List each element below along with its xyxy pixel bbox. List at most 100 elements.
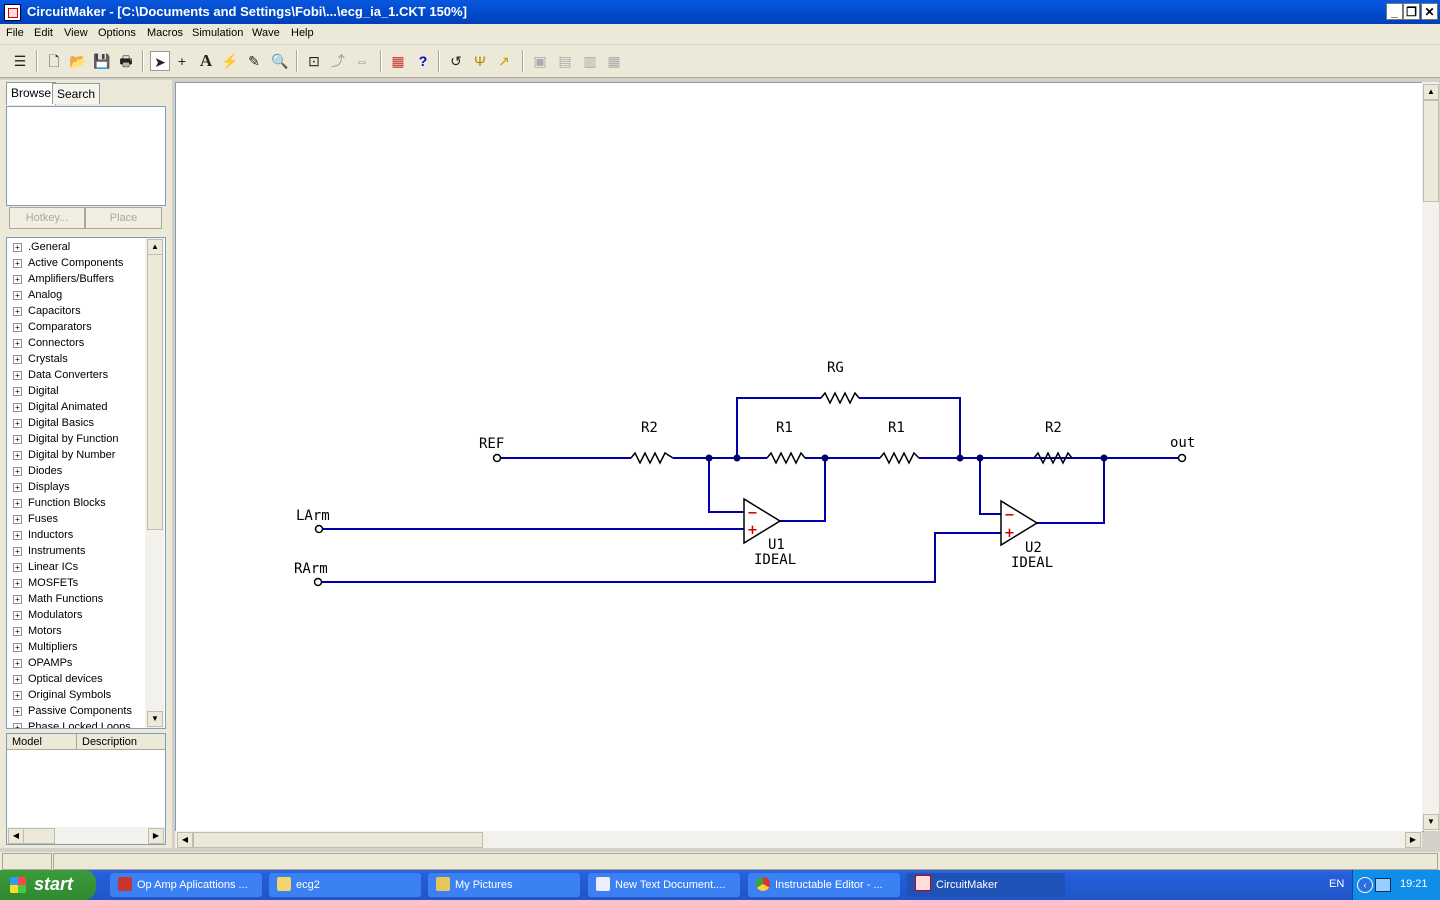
expand-plus-icon[interactable]: +: [13, 322, 22, 332]
library-item[interactable]: + .General: [13, 239, 70, 255]
restore-button[interactable]: ❐: [1403, 3, 1420, 20]
tray-expand-icon[interactable]: ‹: [1357, 877, 1373, 893]
wire-u1-inv[interactable]: [708, 458, 744, 513]
delete-tool-icon[interactable]: ✎: [244, 51, 264, 71]
library-item[interactable]: + Crystals: [13, 351, 68, 367]
library-item[interactable]: + Multipliers: [13, 639, 78, 655]
library-scrollbar[interactable]: ▲ ▼: [145, 238, 164, 728]
help-icon[interactable]: ?: [413, 51, 433, 71]
task-my-pictures[interactable]: My Pictures: [428, 873, 580, 897]
library-item[interactable]: + Motors: [13, 623, 62, 639]
expand-plus-icon[interactable]: +: [13, 338, 22, 348]
scroll-up-icon[interactable]: ▲: [147, 239, 163, 255]
expand-plus-icon[interactable]: +: [13, 418, 22, 428]
start-button[interactable]: start: [0, 870, 96, 900]
menu-macros[interactable]: Macros: [147, 27, 183, 39]
library-item[interactable]: + Modulators: [13, 607, 82, 623]
wire-tool-icon[interactable]: +: [172, 51, 192, 71]
library-item[interactable]: + Digital by Number: [13, 447, 115, 463]
print-icon[interactable]: 🖶: [116, 51, 136, 71]
browse-toggle-icon[interactable]: ☰: [10, 51, 30, 71]
task-notepad[interactable]: New Text Document....: [588, 873, 740, 897]
library-item[interactable]: + Function Blocks: [13, 495, 106, 511]
digital-probe-icon[interactable]: Ψ: [470, 51, 490, 71]
network-icon[interactable]: [1375, 878, 1391, 892]
column-description[interactable]: Description: [77, 734, 165, 750]
scroll-down-icon[interactable]: ▼: [147, 711, 163, 727]
library-item[interactable]: + OPAMPs: [13, 655, 72, 671]
scroll-left-icon[interactable]: ◀: [8, 828, 24, 844]
circuitmaker-app-icon[interactable]: [4, 4, 21, 21]
library-item[interactable]: + Fuses: [13, 511, 58, 527]
expand-plus-icon[interactable]: +: [13, 434, 22, 444]
scroll-up-icon[interactable]: ▲: [1423, 84, 1439, 100]
library-item[interactable]: + Data Converters: [13, 367, 108, 383]
task-circuitmaker[interactable]: CircuitMaker: [907, 873, 1065, 897]
library-item[interactable]: + Digital Animated: [13, 399, 108, 415]
menu-file[interactable]: File: [6, 27, 24, 39]
tab-browse[interactable]: Browse: [6, 82, 57, 105]
library-item[interactable]: + Math Functions: [13, 591, 103, 607]
library-item[interactable]: + Active Components: [13, 255, 123, 271]
library-item[interactable]: + Digital by Function: [13, 431, 119, 447]
terminal-rarm[interactable]: [313, 577, 323, 587]
task-opamp-pdf[interactable]: Op Amp Aplicattions ...: [110, 873, 262, 897]
library-item[interactable]: + Phase Locked Loops: [13, 719, 131, 728]
resistor-r2-left[interactable]: [630, 451, 674, 465]
library-item[interactable]: + Instruments: [13, 543, 85, 559]
library-item[interactable]: + Linear ICs: [13, 559, 78, 575]
library-item[interactable]: + Connectors: [13, 335, 84, 351]
probe-tool-icon[interactable]: ⚡: [220, 51, 240, 71]
reset-icon[interactable]: ↺: [446, 51, 466, 71]
menu-help[interactable]: Help: [291, 27, 314, 39]
library-item[interactable]: + Inductors: [13, 527, 73, 543]
scroll-down-icon[interactable]: ▼: [1423, 814, 1439, 830]
wire-rg-loop-right[interactable]: [859, 397, 961, 458]
menu-options[interactable]: Options: [98, 27, 136, 39]
scroll-right-icon[interactable]: ▶: [1405, 832, 1421, 848]
library-item[interactable]: + Original Symbols: [13, 687, 111, 703]
resistor-r1-left[interactable]: [766, 451, 806, 465]
task-ecg2-folder[interactable]: ecg2: [269, 873, 421, 897]
terminal-out[interactable]: [1177, 453, 1187, 463]
language-indicator[interactable]: EN: [1329, 878, 1344, 890]
wire-u2-out[interactable]: [1037, 458, 1105, 524]
library-item[interactable]: + Displays: [13, 479, 70, 495]
expand-plus-icon[interactable]: +: [13, 658, 22, 668]
scroll-thumb[interactable]: [23, 828, 55, 844]
scroll-left-icon[interactable]: ◀: [177, 832, 193, 848]
expand-plus-icon[interactable]: +: [13, 562, 22, 572]
library-tree[interactable]: + .General + Active Components + Amplifiers/B…: [6, 237, 166, 729]
expand-plus-icon[interactable]: +: [13, 674, 22, 684]
analysis-icon[interactable]: ▦: [604, 51, 624, 71]
expand-plus-icon[interactable]: +: [13, 450, 22, 460]
open-folder-icon[interactable]: 📂: [68, 51, 88, 71]
expand-plus-icon[interactable]: +: [13, 706, 22, 716]
model-hscrollbar[interactable]: ◀ ▶: [7, 827, 165, 844]
scroll-thumb[interactable]: [193, 832, 483, 848]
library-item[interactable]: + Analog: [13, 287, 62, 303]
resistor-r1-right[interactable]: [879, 451, 920, 465]
canvas-vscrollbar[interactable]: ▲ ▼: [1422, 82, 1439, 831]
expand-plus-icon[interactable]: +: [13, 722, 22, 728]
expand-plus-icon[interactable]: +: [13, 242, 22, 252]
menu-view[interactable]: View: [64, 27, 88, 39]
library-item[interactable]: + Optical devices: [13, 671, 103, 687]
menu-wave[interactable]: Wave: [252, 27, 280, 39]
expand-plus-icon[interactable]: +: [13, 594, 22, 604]
zoom-tool-icon[interactable]: 🔍: [270, 51, 290, 71]
expand-plus-icon[interactable]: +: [13, 514, 22, 524]
expand-plus-icon[interactable]: +: [13, 370, 22, 380]
netlist-icon[interactable]: ▦: [388, 51, 408, 71]
text-tool-icon[interactable]: A: [196, 51, 216, 71]
expand-plus-icon[interactable]: +: [13, 290, 22, 300]
expand-plus-icon[interactable]: +: [13, 498, 22, 508]
minimize-button[interactable]: _: [1386, 3, 1403, 20]
mirror-icon[interactable]: ⇔: [352, 51, 372, 71]
expand-plus-icon[interactable]: +: [13, 354, 22, 364]
model-list[interactable]: Model Description ◀ ▶: [6, 733, 166, 845]
menu-simulation[interactable]: Simulation: [192, 27, 243, 39]
expand-plus-icon[interactable]: +: [13, 386, 22, 396]
expand-plus-icon[interactable]: +: [13, 578, 22, 588]
library-item[interactable]: + MOSFETs: [13, 575, 78, 591]
